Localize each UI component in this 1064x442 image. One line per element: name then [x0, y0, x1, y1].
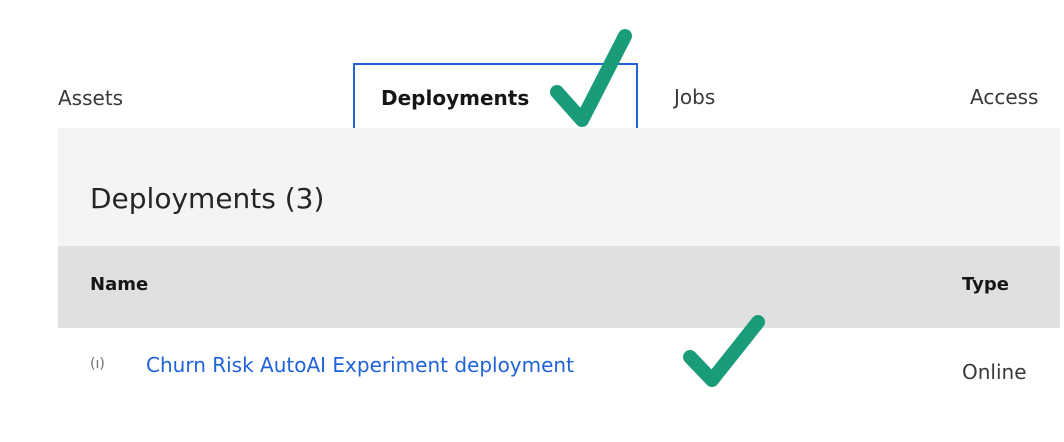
page-title: Deployments (3)	[90, 182, 325, 215]
tab-bar: Assets Deployments Jobs Access	[10, 8, 1060, 136]
table-row[interactable]: (ı) Churn Risk AutoAI Experiment deploym…	[58, 328, 1060, 408]
column-header-type[interactable]: Type	[962, 274, 1009, 295]
tab-deployments-label: Deployments	[381, 86, 530, 110]
checkmark-icon	[683, 315, 765, 387]
deployment-name-link[interactable]: Churn Risk AutoAI Experiment deployment	[146, 353, 574, 377]
online-deployment-icon: (ı)	[90, 356, 105, 372]
tab-access[interactable]: Access	[940, 63, 1060, 133]
checkmark-icon	[550, 29, 632, 127]
tab-jobs-label: Jobs	[674, 84, 716, 109]
deployments-window: Assets Deployments Jobs Access Deploymen…	[10, 8, 1060, 408]
tab-assets[interactable]: Assets	[58, 63, 298, 136]
column-header-name[interactable]: Name	[90, 274, 148, 295]
tab-jobs[interactable]: Jobs	[648, 63, 933, 133]
tab-access-label: Access	[970, 84, 1039, 109]
table-header: Name Type	[58, 246, 1060, 328]
deployment-type: Online	[962, 360, 1027, 384]
tab-assets-label: Assets	[58, 86, 124, 110]
deployments-panel: Deployments (3) Name Type (ı) Churn Risk…	[58, 128, 1060, 408]
